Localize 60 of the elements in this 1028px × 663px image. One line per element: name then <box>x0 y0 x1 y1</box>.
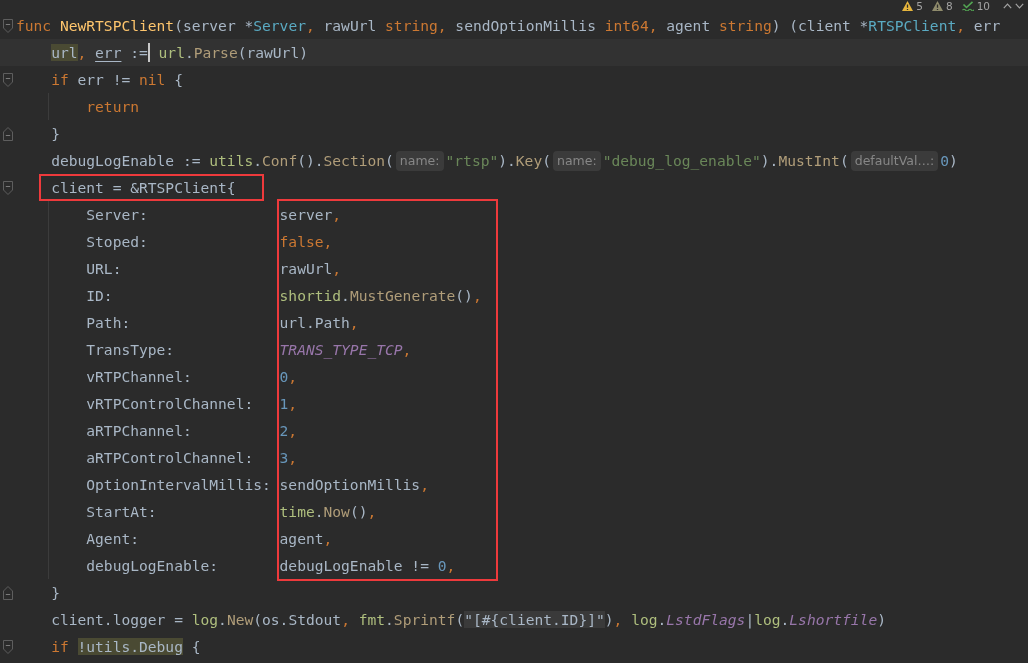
code-text: } <box>51 584 60 601</box>
field-key: StartAt: <box>86 503 157 520</box>
code-text: url.Parse(rawUrl) <box>157 44 308 61</box>
field-value: TRANS_TYPE_TCP, <box>279 341 412 358</box>
code-text: debugLogEnable := utils.Conf().Section( <box>51 152 394 169</box>
field-key: vRTPChannel: <box>86 368 192 385</box>
field-value: agent, <box>279 530 333 547</box>
code-text: return <box>86 98 139 115</box>
parameter-hint: name: <box>553 150 601 171</box>
field-key: aRTPControlChannel: <box>86 449 254 466</box>
code-text: client = &RTSPClient{ <box>51 179 236 196</box>
fold-icon[interactable] <box>3 585 13 600</box>
inspection-count: 8 <box>945 0 953 12</box>
field-value: sendOptionMillis, <box>279 476 429 493</box>
fold-icon[interactable] <box>3 18 13 33</box>
field-value: 1, <box>279 395 298 412</box>
field-key: vRTPControlChannel: <box>86 395 254 412</box>
code-text: if err != nil { <box>51 71 183 88</box>
field-value: false, <box>279 233 333 250</box>
inspection-count: 10 <box>976 0 990 12</box>
field-key: TransType: <box>86 341 175 358</box>
field-value: 0, <box>279 368 298 385</box>
code-text: url, err := <box>51 44 148 61</box>
code-text: func NewRTSPClient(server *Server, rawUrl string, sendOptionMillis int64, agent string) (client *RTSPClient, err <box>16 17 1001 34</box>
field-value: server, <box>279 206 342 223</box>
field-key: Path: <box>86 314 131 331</box>
field-key: ID: <box>86 287 113 304</box>
field-value: url.Path, <box>279 314 359 331</box>
field-key: URL: <box>86 260 122 277</box>
field-value: shortid.MustGenerate(), <box>279 287 482 304</box>
spellcheck-icon[interactable] <box>961 1 974 11</box>
parameter-hint: name: <box>395 150 444 171</box>
code-text: 0) <box>940 152 958 169</box>
chevron-up-icon[interactable] <box>1003 3 1012 9</box>
fold-icon[interactable] <box>3 639 13 654</box>
text-cursor <box>147 43 150 62</box>
field-key: OptionIntervalMillis: <box>86 476 271 493</box>
code-text: client.logger = log.New(os.Stdout, fmt.Sprintf("[#{client.ID}]"), log.LstdFlags|log.Lshortfile) <box>51 611 886 628</box>
warning-icon[interactable] <box>931 1 943 11</box>
field-value: time.Now(), <box>279 503 377 520</box>
field-value: debugLogEnable != 0, <box>279 557 456 574</box>
field-key: Server: <box>86 206 148 223</box>
field-key: Stoped: <box>86 233 148 250</box>
fold-icon[interactable] <box>3 72 13 87</box>
field-key: aRTPChannel: <box>86 422 192 439</box>
field-value: 3, <box>279 449 298 466</box>
parameter-hint: defaultVal…: <box>850 150 939 171</box>
warning-icon[interactable] <box>902 1 914 11</box>
code-text: "rtsp").Key( <box>445 152 551 169</box>
field-value: rawUrl, <box>279 260 342 277</box>
field-key: debugLogEnable: <box>86 557 219 574</box>
field-key: Agent: <box>86 530 139 547</box>
fold-icon[interactable] <box>3 180 13 195</box>
field-value: 2, <box>279 422 298 439</box>
code-text: } <box>51 125 60 142</box>
code-text: "debug_log_enable").MustInt( <box>602 152 849 169</box>
code-text: if !utils.Debug { <box>51 638 201 655</box>
inspection-count: 5 <box>916 0 923 12</box>
fold-icon[interactable] <box>3 126 13 141</box>
chevron-down-icon[interactable] <box>1015 3 1024 9</box>
